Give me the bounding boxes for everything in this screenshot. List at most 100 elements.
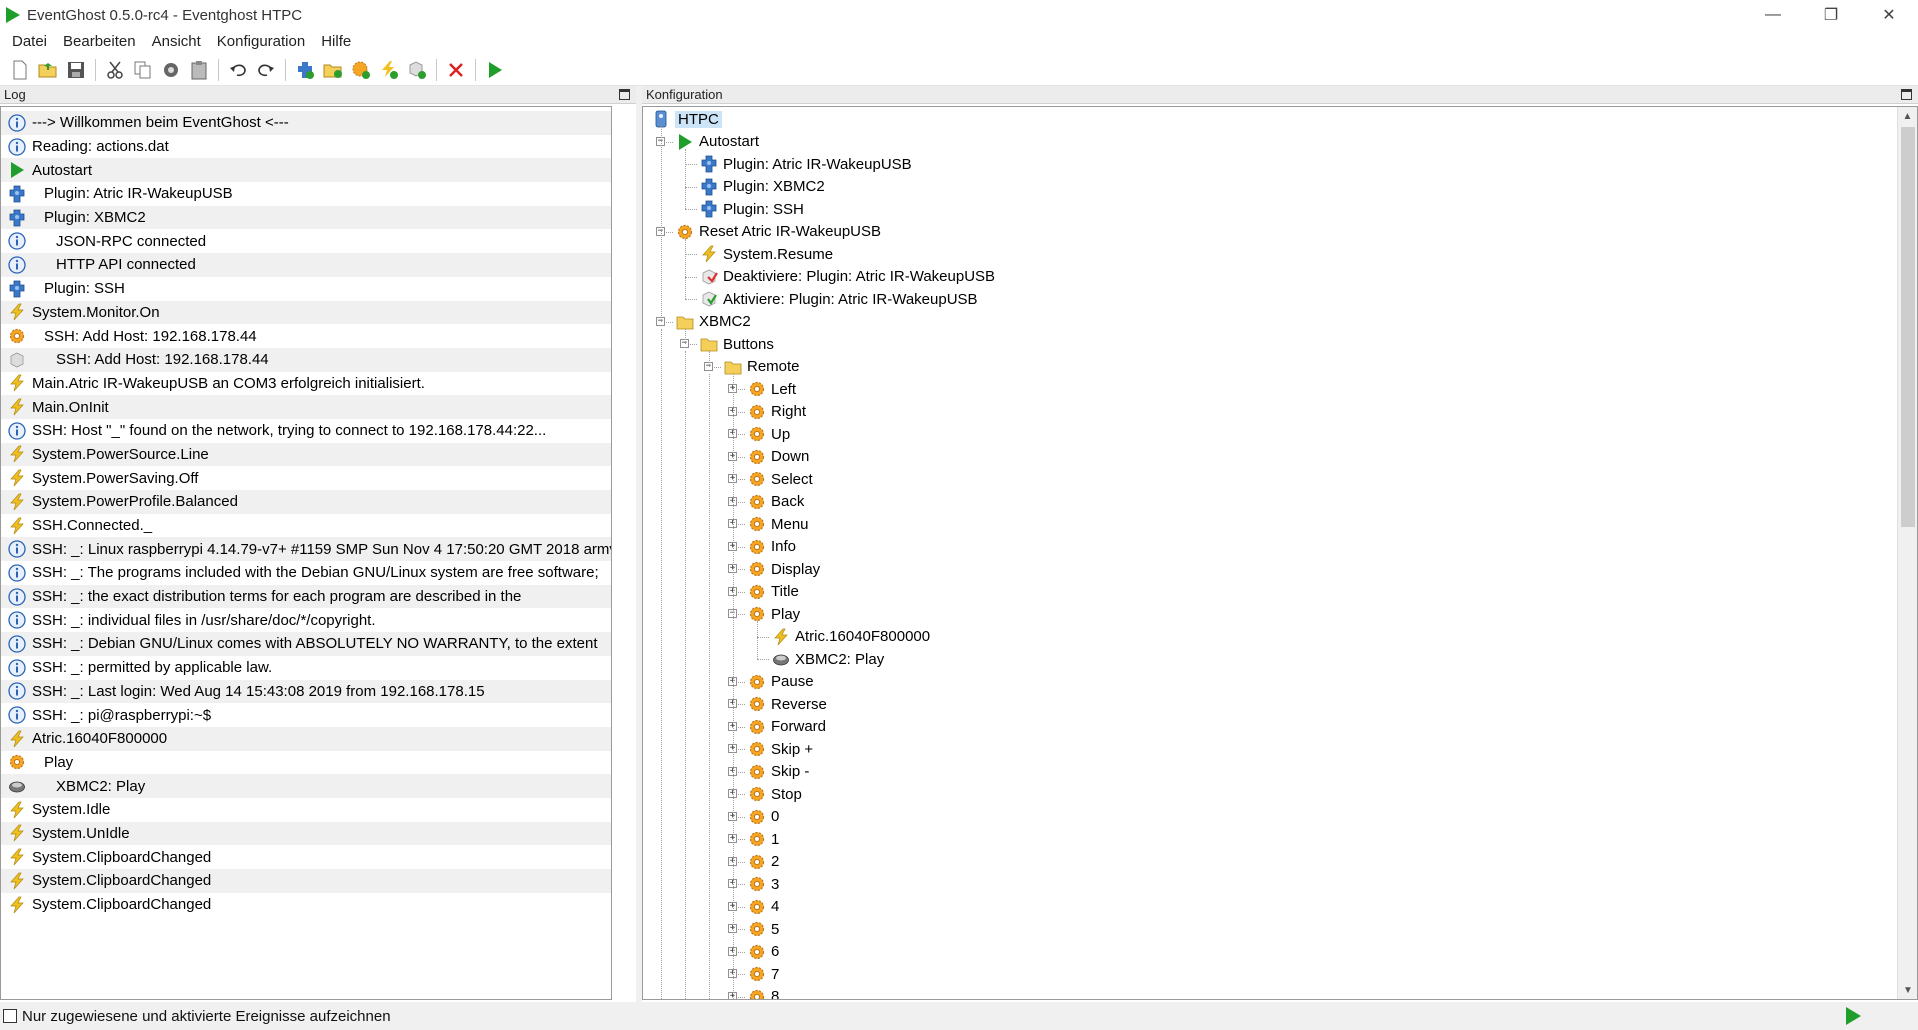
save-icon[interactable]	[64, 58, 88, 82]
log-row[interactable]: Plugin: SSH	[1, 277, 611, 301]
log-row[interactable]: SSH: _: individual files in /usr/share/d…	[1, 608, 611, 632]
add-plugin-icon[interactable]	[293, 58, 317, 82]
log-row[interactable]: SSH: _: Last login: Wed Aug 14 15:43:08 …	[1, 679, 611, 704]
paste-icon[interactable]	[187, 58, 211, 82]
log-row[interactable]: System.PowerProfile.Balanced	[1, 490, 611, 514]
tree-node[interactable]: Plugin: XBMC2	[699, 176, 825, 199]
log-row[interactable]: SSH.Connected._	[1, 514, 611, 538]
log-row[interactable]: HTTP API connected	[1, 253, 611, 277]
log-row[interactable]: System.ClipboardChanged	[1, 869, 611, 893]
python-icon[interactable]	[159, 58, 183, 82]
redo-icon[interactable]	[254, 58, 278, 82]
log-row[interactable]: XBMC2: Play	[1, 774, 611, 798]
log-row[interactable]: Plugin: Atric IR-WakeupUSB	[1, 182, 611, 206]
tree-node[interactable]: 5	[747, 918, 779, 941]
log-row[interactable]: System.PowerSaving.Off	[1, 466, 611, 490]
tree-node[interactable]: XBMC2	[675, 311, 751, 334]
menu-bearbeiten[interactable]: Bearbeiten	[55, 33, 144, 50]
tree-node[interactable]: Play	[747, 603, 800, 626]
maximize-pane-icon[interactable]	[619, 89, 630, 100]
config-tree[interactable]: ▲ ▼ HTPC − Autostart Plugin: Atric IR-Wakeu…	[642, 106, 1918, 1000]
scroll-up-arrow-icon[interactable]: ▲	[1898, 107, 1917, 125]
cut-icon[interactable]	[103, 58, 127, 82]
record-assigned-only-checkbox[interactable]	[3, 1009, 17, 1023]
log-row[interactable]: Plugin: XBMC2	[1, 205, 611, 230]
tree-node[interactable]: Down	[747, 446, 809, 469]
log-row[interactable]: SSH: _: The programs included with the D…	[1, 561, 611, 585]
menu-ansicht[interactable]: Ansicht	[144, 33, 209, 50]
log-row[interactable]: SSH: _: pi@raspberrypi:~$	[1, 703, 611, 727]
close-button[interactable]: ✕	[1860, 0, 1918, 30]
open-folder-icon[interactable]	[36, 58, 60, 82]
tree-scrollbar[interactable]: ▲ ▼	[1897, 107, 1917, 999]
add-macro-icon[interactable]	[349, 58, 373, 82]
tree-node[interactable]: Up	[747, 423, 790, 446]
log-row[interactable]: JSON-RPC connected	[1, 229, 611, 253]
menu-konfiguration[interactable]: Konfiguration	[209, 33, 313, 50]
log-row[interactable]: Main.Atric IR-WakeupUSB an COM3 erfolgre…	[1, 372, 611, 396]
log-row[interactable]: System.PowerSource.Line	[1, 442, 611, 467]
tree-node[interactable]: Reset Atric IR-WakeupUSB	[675, 221, 881, 244]
log-row[interactable]: Autostart	[1, 158, 611, 183]
tree-node[interactable]: 4	[747, 896, 779, 919]
log-row[interactable]: Reading: actions.dat	[1, 135, 611, 159]
tree-node[interactable]: Stop	[747, 783, 802, 806]
tree-node[interactable]: Remote	[723, 356, 800, 379]
log-panel[interactable]: ---> Willkommen beim EventGhost <--- Read…	[0, 106, 612, 1000]
tree-node[interactable]: Buttons	[699, 333, 774, 356]
tree-node[interactable]: Right	[747, 401, 806, 424]
tree-node[interactable]: 2	[747, 851, 779, 874]
log-row[interactable]: System.Idle	[1, 798, 611, 822]
tree-node[interactable]: Title	[747, 581, 799, 604]
tree-node[interactable]: 8	[747, 986, 779, 999]
log-row[interactable]: SSH: _: permitted by applicable law.	[1, 656, 611, 680]
tree-node[interactable]: 1	[747, 828, 779, 851]
tree-node[interactable]: Pause	[747, 671, 814, 694]
tree-node[interactable]: Forward	[747, 716, 826, 739]
tree-node[interactable]: 6	[747, 941, 779, 964]
add-event-icon[interactable]	[377, 58, 401, 82]
menu-datei[interactable]: Datei	[4, 33, 55, 50]
scroll-down-arrow-icon[interactable]: ▼	[1898, 981, 1917, 999]
tree-node[interactable]: System.Resume	[699, 243, 833, 266]
log-row[interactable]: System.ClipboardChanged	[1, 893, 611, 917]
tree-node[interactable]: XBMC2: Play	[771, 648, 884, 671]
minimize-button[interactable]: —	[1744, 0, 1802, 30]
scroll-thumb[interactable]	[1901, 127, 1915, 527]
tree-node[interactable]: Select	[747, 468, 813, 491]
tree-node[interactable]: Skip -	[747, 761, 809, 784]
log-row[interactable]: SSH: _: Linux raspberrypi 4.14.79-v7+ #1…	[1, 537, 611, 562]
record-assigned-only-label[interactable]: Nur zugewiesene und aktivierte Ereigniss…	[22, 1008, 391, 1025]
log-row[interactable]: SSH: Add Host: 192.168.178.44	[1, 347, 611, 372]
tree-node[interactable]: Back	[747, 491, 804, 514]
tree-node[interactable]: Left	[747, 378, 796, 401]
add-folder-icon[interactable]	[321, 58, 345, 82]
tree-node[interactable]: Plugin: SSH	[699, 198, 804, 221]
undo-icon[interactable]	[226, 58, 250, 82]
log-row[interactable]: Atric.16040F800000	[1, 726, 611, 751]
tree-node[interactable]: Skip +	[747, 738, 813, 761]
tree-node[interactable]: Plugin: Atric IR-WakeupUSB	[699, 153, 912, 176]
tree-node[interactable]: Reverse	[747, 693, 827, 716]
tree-node[interactable]: Deaktiviere: Plugin: Atric IR-WakeupUSB	[699, 266, 995, 289]
log-row[interactable]: ---> Willkommen beim EventGhost <---	[1, 111, 611, 135]
delete-icon[interactable]	[444, 58, 468, 82]
log-row[interactable]: SSH: Add Host: 192.168.178.44	[1, 324, 611, 348]
tree-node[interactable]: Autostart	[675, 131, 759, 154]
copy-icon[interactable]	[131, 58, 155, 82]
execute-icon[interactable]	[483, 58, 507, 82]
tree-node[interactable]: 3	[747, 873, 779, 896]
log-row[interactable]: System.Monitor.On	[1, 300, 611, 325]
log-row[interactable]: Main.OnInit	[1, 395, 611, 419]
tree-node[interactable]: Menu	[747, 513, 809, 536]
tree-node[interactable]: 7	[747, 963, 779, 986]
tree-node[interactable]: Aktiviere: Plugin: Atric IR-WakeupUSB	[699, 288, 978, 311]
tree-node[interactable]: Display	[747, 558, 820, 581]
log-row[interactable]: SSH: _: the exact distribution terms for…	[1, 584, 611, 609]
new-file-icon[interactable]	[8, 58, 32, 82]
log-row[interactable]: SSH: _: Debian GNU/Linux comes with ABSO…	[1, 632, 611, 656]
tree-node[interactable]: Atric.16040F800000	[771, 626, 930, 649]
log-row[interactable]: Play	[1, 751, 611, 775]
maximize-pane-icon[interactable]	[1901, 89, 1912, 100]
menu-hilfe[interactable]: Hilfe	[313, 33, 359, 50]
